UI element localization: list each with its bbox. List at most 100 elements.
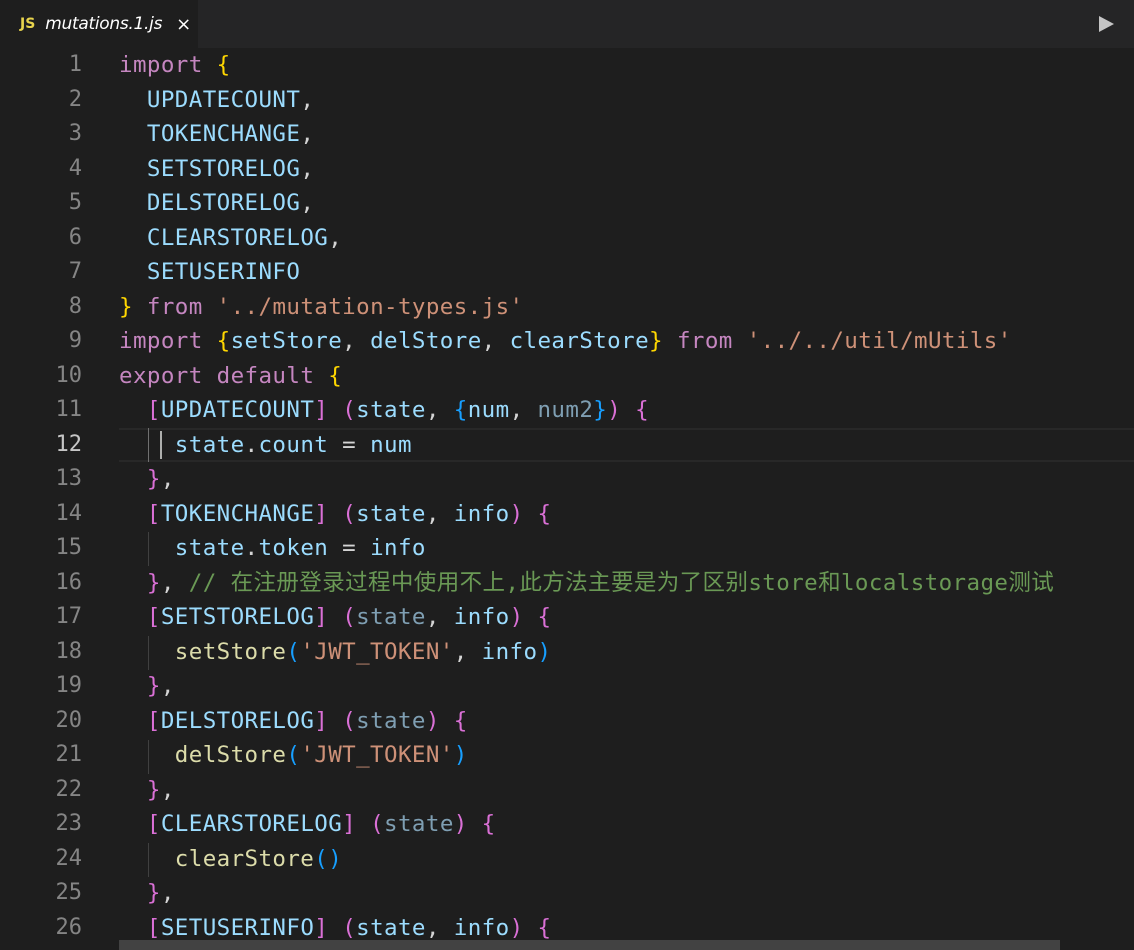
line-number: 26 (55, 914, 83, 940)
code-token: , (425, 914, 454, 941)
code-token: { (537, 604, 552, 630)
code-line[interactable]: 19 }, (0, 669, 1134, 704)
code-token: ) (607, 397, 622, 423)
tab-mutations-js[interactable]: JS mutations.1.js × (0, 0, 198, 48)
code-token: DELSTORELOG (146, 190, 301, 216)
code-editor[interactable]: 1 import {2 UPDATECOUNT, 3 TOKENCHANGE, 4 S… (0, 48, 1134, 950)
line-code: CLEARSTORELOG, (119, 221, 342, 256)
code-token: , (453, 638, 482, 665)
code-token: , (160, 880, 175, 906)
code-token: [ (146, 397, 161, 423)
code-token: info (370, 535, 426, 561)
horizontal-scrollbar[interactable] (119, 940, 1060, 950)
code-token: '../mutation-types.js' (216, 293, 524, 320)
line-number: 8 (68, 293, 82, 319)
code-line[interactable]: 25 }, (0, 876, 1134, 911)
run-icon[interactable] (1094, 12, 1118, 36)
code-token: , (342, 328, 371, 354)
code-token: , (425, 500, 454, 527)
code-token: , (481, 328, 510, 354)
code-line[interactable]: 13 }, (0, 462, 1134, 497)
code-line[interactable]: 17 [SETSTORELOG] (state, info) { (0, 600, 1134, 635)
code-token: 'JWT_TOKEN' (300, 638, 454, 665)
code-line[interactable]: 23 [CLEARSTORELOG] (state) { (0, 807, 1134, 842)
line-number: 24 (55, 845, 83, 871)
line-number: 21 (55, 742, 83, 767)
code-line[interactable]: 24 clearStore() (0, 842, 1134, 877)
code-line[interactable]: 1 import { (0, 48, 1134, 83)
code-token: [ (146, 707, 161, 734)
line-code: state.count = num (119, 428, 412, 463)
code-line[interactable]: 18 setStore('JWT_TOKEN', info) (0, 635, 1134, 670)
code-token: ] (314, 707, 329, 734)
code-line[interactable]: 7 SETUSERINFO (0, 255, 1134, 290)
code-token: , (160, 569, 189, 596)
line-number: 20 (55, 707, 83, 733)
line-code: import {setStore, delStore, clearStore} … (119, 324, 1012, 359)
code-line[interactable]: 10 export default { (0, 359, 1134, 394)
line-code: }, (119, 876, 175, 911)
code-token: , (509, 397, 538, 423)
code-line[interactable]: 11 [UPDATECOUNT] (state, {num, num2}) { (0, 393, 1134, 428)
code-line[interactable]: 14 [TOKENCHANGE] (state, info) { (0, 497, 1134, 532)
code-token: } (119, 293, 133, 320)
line-code: [DELSTORELOG] (state) { (119, 704, 468, 739)
code-token: } (146, 569, 161, 596)
code-token: [ (146, 811, 161, 837)
code-line[interactable]: 5 DELSTORELOG, (0, 186, 1134, 221)
code-token: default (216, 362, 315, 389)
code-line[interactable]: 12 state.count = num (0, 428, 1134, 463)
code-line[interactable]: 21 delStore('JWT_TOKEN') (0, 738, 1134, 773)
code-token: ] (342, 811, 357, 837)
line-code: SETUSERINFO (119, 255, 300, 290)
code-token: ) (425, 707, 440, 734)
line-number: 10 (55, 362, 83, 388)
code-token: ] (314, 914, 329, 941)
code-token: = (328, 535, 371, 561)
code-line[interactable]: 4 SETSTORELOG, (0, 152, 1134, 187)
code-token: [ (146, 500, 161, 527)
line-code: [TOKENCHANGE] (state, info) { (119, 497, 551, 532)
code-line[interactable]: 2 UPDATECOUNT, (0, 83, 1134, 118)
code-line[interactable]: 9 import {setStore, delStore, clearStore}… (0, 324, 1134, 359)
line-code: SETSTORELOG, (119, 152, 314, 187)
code-token: info (453, 914, 510, 941)
code-token: info (453, 604, 510, 630)
code-token: SETSTORELOG (160, 604, 315, 630)
code-line[interactable]: 20 [DELSTORELOG] (state) { (0, 704, 1134, 739)
close-icon[interactable]: × (176, 14, 191, 35)
code-token: . (244, 535, 259, 561)
code-line[interactable]: 16 }, // 在注册登录过程中使用不上,此方法主要是为了区别store和lo… (0, 566, 1134, 601)
code-line[interactable]: 8} from '../mutation-types.js' (0, 290, 1134, 325)
line-number: 17 (55, 604, 83, 629)
code-token: CLEARSTORELOG (146, 224, 329, 251)
line-code: [UPDATECOUNT] (state, {num, num2}) { (119, 393, 649, 428)
code-token: import (119, 328, 203, 354)
code-token: from (676, 328, 733, 354)
code-token: } (146, 776, 161, 803)
code-line[interactable]: 15 state.token = info (0, 531, 1134, 566)
code-line[interactable]: 22 }, (0, 773, 1134, 808)
code-token: , (160, 466, 175, 492)
code-line[interactable]: 6 CLEARSTORELOG, (0, 221, 1134, 256)
code-token: ] (314, 604, 329, 630)
code-token: state (356, 500, 426, 527)
code-token: { (453, 397, 468, 423)
code-token: state (356, 397, 426, 423)
code-line[interactable]: 3 TOKENCHANGE, (0, 117, 1134, 152)
code-token: import (119, 52, 203, 78)
